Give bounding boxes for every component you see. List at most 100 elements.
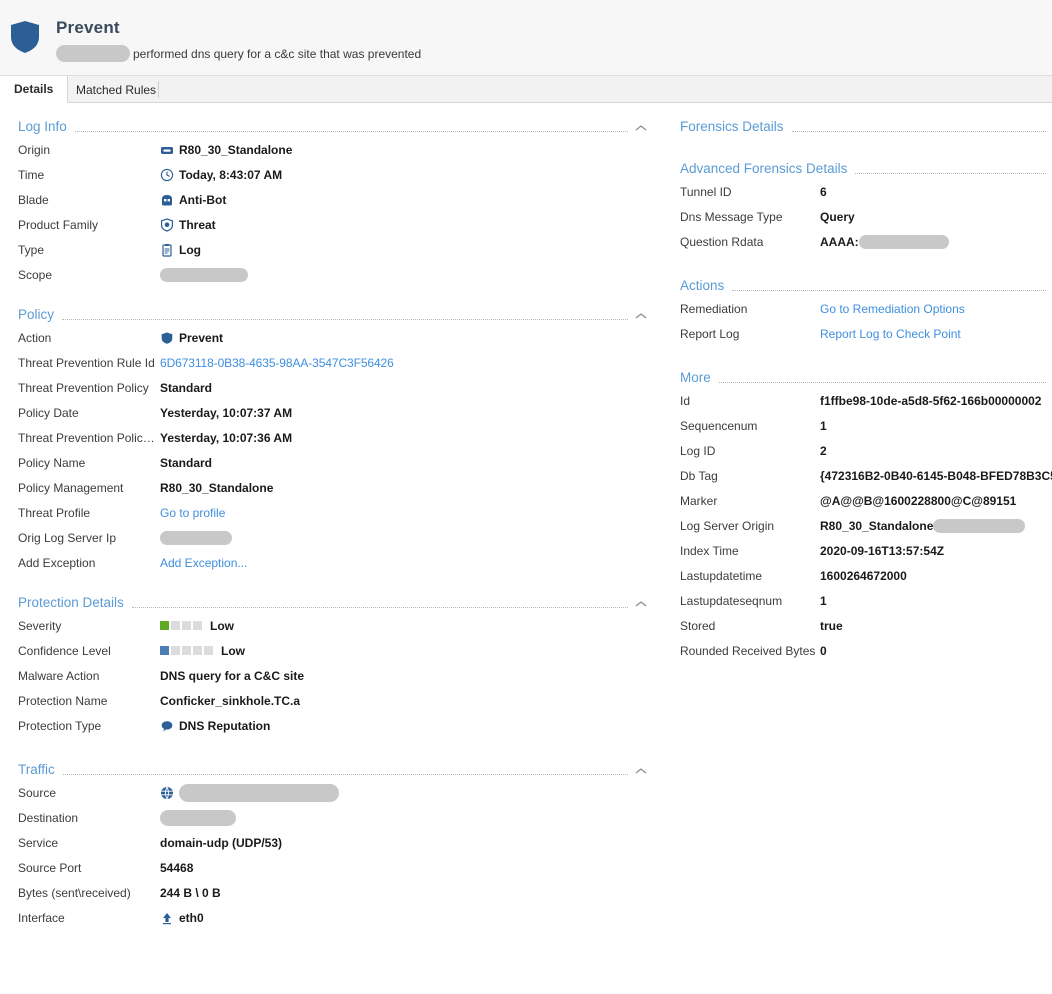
row-origin: Origin R80_30_Standalone <box>0 137 660 162</box>
row-value <box>160 783 339 802</box>
row-label: Scope <box>18 267 53 282</box>
row-protection-type: Protection Type DNS Reputation <box>0 713 660 738</box>
row-index-time: Index Time 2020-09-16T13:57:54Z <box>670 538 1052 563</box>
add-exception-link[interactable]: Add Exception... <box>160 556 247 570</box>
row-label: Threat Prevention Policy <box>18 380 149 395</box>
go-to-profile-link[interactable]: Go to profile <box>160 506 225 520</box>
row-value-text: Standard <box>160 455 213 470</box>
row-label: Policy Management <box>18 480 124 495</box>
row-value-text: 54468 <box>160 860 194 875</box>
row-threat-prevention-policy-date: Threat Prevention Policy ... Yesterday, … <box>0 425 660 450</box>
row-value-text: DNS Reputation <box>179 718 271 733</box>
threat-shield-icon <box>160 217 174 232</box>
row-value-text: Anti-Bot <box>179 192 227 207</box>
row-label: Log ID <box>680 443 716 458</box>
row-orig-log-server-ip: Orig Log Server Ip <box>0 525 660 550</box>
left-column: Log Info Origin R80_30_Standalone Time T… <box>0 103 660 930</box>
report-log-to-check-point-link[interactable]: Report Log to Check Point <box>820 327 961 341</box>
row-value-text: Prevent <box>179 330 224 345</box>
row-value <box>160 530 232 545</box>
redacted-value <box>933 518 1026 533</box>
row-value-text: R80_30_Standalone <box>820 518 934 533</box>
row-label: Blade <box>18 192 49 207</box>
row-value-text: domain-udp (UDP/53) <box>160 835 282 850</box>
row-value-text: Yesterday, 10:07:36 AM <box>160 430 293 445</box>
redacted-value <box>160 809 236 826</box>
row-label: Rounded Received Bytes <box>680 643 816 658</box>
row-label: Protection Name <box>18 693 108 708</box>
row-label: Policy Name <box>18 455 86 470</box>
section-header-forensics-details: Forensics Details <box>670 115 1052 137</box>
row-label: Type <box>18 242 45 257</box>
dotted-rule <box>791 130 1046 132</box>
go-to-remediation-options-link[interactable]: Go to Remediation Options <box>820 302 965 316</box>
redacted-subject <box>56 45 130 62</box>
row-dns-message-type: Dns Message Type Query <box>670 204 1052 229</box>
row-malware-action: Malware Action DNS query for a C&C site <box>0 663 660 688</box>
dotted-rule <box>62 773 628 775</box>
section-title: Actions <box>680 277 725 293</box>
row-product-family: Product Family Threat <box>0 212 660 237</box>
row-severity: Severity Low <box>0 613 660 638</box>
row-label: Dns Message Type <box>680 209 783 224</box>
globe-icon <box>160 786 174 800</box>
section-title: Protection Details <box>18 594 124 610</box>
row-value-text: Conficker_sinkhole.TC.a <box>160 693 301 708</box>
row-label: Threat Prevention Rule Id <box>18 355 155 370</box>
row-value-text: AAAA: <box>820 234 859 249</box>
tab-details[interactable]: Details <box>0 76 69 103</box>
row-label: Remediation <box>680 301 748 316</box>
row-lastupdateseqnum: Lastupdateseqnum 1 <box>670 588 1052 613</box>
row-label: Policy Date <box>18 405 79 420</box>
dotted-rule <box>718 381 1046 383</box>
severity-gauge <box>160 621 202 630</box>
row-label: Lastupdateseqnum <box>680 593 783 608</box>
row-label: Add Exception <box>18 555 96 570</box>
chevron-up-icon[interactable] <box>634 309 648 319</box>
right-column: Forensics Details Advanced Forensics Det… <box>670 103 1052 663</box>
row-question-rdata: Question Rdata AAAA: <box>670 229 1052 254</box>
row-value <box>160 809 236 826</box>
section-header-log-info[interactable]: Log Info <box>0 115 660 137</box>
row-policy-name: Policy Name Standard <box>0 450 660 475</box>
row-value-text: Standard <box>160 380 213 395</box>
row-value-text: Low <box>221 643 245 658</box>
row-label: Stored <box>680 618 716 633</box>
chevron-up-icon[interactable] <box>634 121 648 131</box>
section-policy: Policy Action Prevent Threat Prevention … <box>0 303 660 575</box>
section-advanced-forensics-details: Advanced Forensics Details Tunnel ID 6 D… <box>670 157 1052 254</box>
row-value-text: {472316B2-0B40-6145-B048-BFED78B3C5A... <box>820 468 1052 483</box>
event-description: performed dns query for a c&c site that … <box>133 46 422 61</box>
row-value: Low <box>160 644 245 658</box>
tab-matched-rules[interactable]: Matched Rules <box>62 76 170 103</box>
row-value-text: eth0 <box>179 910 204 925</box>
section-header-actions: Actions <box>670 274 1052 296</box>
row-value-text: true <box>820 618 843 633</box>
row-label: Report Log <box>680 326 740 341</box>
threat-prevention-rule-id-link[interactable]: 6D673118-0B38-4635-98AA-3547C3F56426 <box>160 356 394 370</box>
chevron-up-icon[interactable] <box>634 764 648 774</box>
redacted-value <box>160 530 232 545</box>
row-value-text: DNS query for a C&C site <box>160 668 305 683</box>
row-sequencenum: Sequencenum 1 <box>670 413 1052 438</box>
row-label: Question Rdata <box>680 234 764 249</box>
redacted-value <box>160 267 248 282</box>
row-value-text: f1ffbe98-10de-a5d8-5f62-166b00000002 <box>820 393 1042 408</box>
row-value: AAAA: <box>820 234 949 249</box>
row-label: Product Family <box>18 217 99 232</box>
row-label: Action <box>18 330 52 345</box>
section-log-info: Log Info Origin R80_30_Standalone Time T… <box>0 115 660 287</box>
row-marker: Marker @A@@B@1600228800@C@89151 <box>670 488 1052 513</box>
section-header-policy[interactable]: Policy <box>0 303 660 325</box>
row-threat-prevention-policy: Threat Prevention Policy Standard <box>0 375 660 400</box>
chevron-up-icon[interactable] <box>634 597 648 607</box>
section-header-traffic[interactable]: Traffic <box>0 758 660 780</box>
row-label: Index Time <box>680 543 739 558</box>
row-label: Destination <box>18 810 79 825</box>
row-value-text: @A@@B@1600228800@C@89151 <box>820 493 1017 508</box>
prevent-shield-icon <box>160 331 174 345</box>
row-value-text: Log <box>179 242 201 257</box>
row-lastupdatetime: Lastupdatetime 1600264672000 <box>670 563 1052 588</box>
row-value-text: Today, 8:43:07 AM <box>179 167 283 182</box>
section-header-protection-details[interactable]: Protection Details <box>0 591 660 613</box>
